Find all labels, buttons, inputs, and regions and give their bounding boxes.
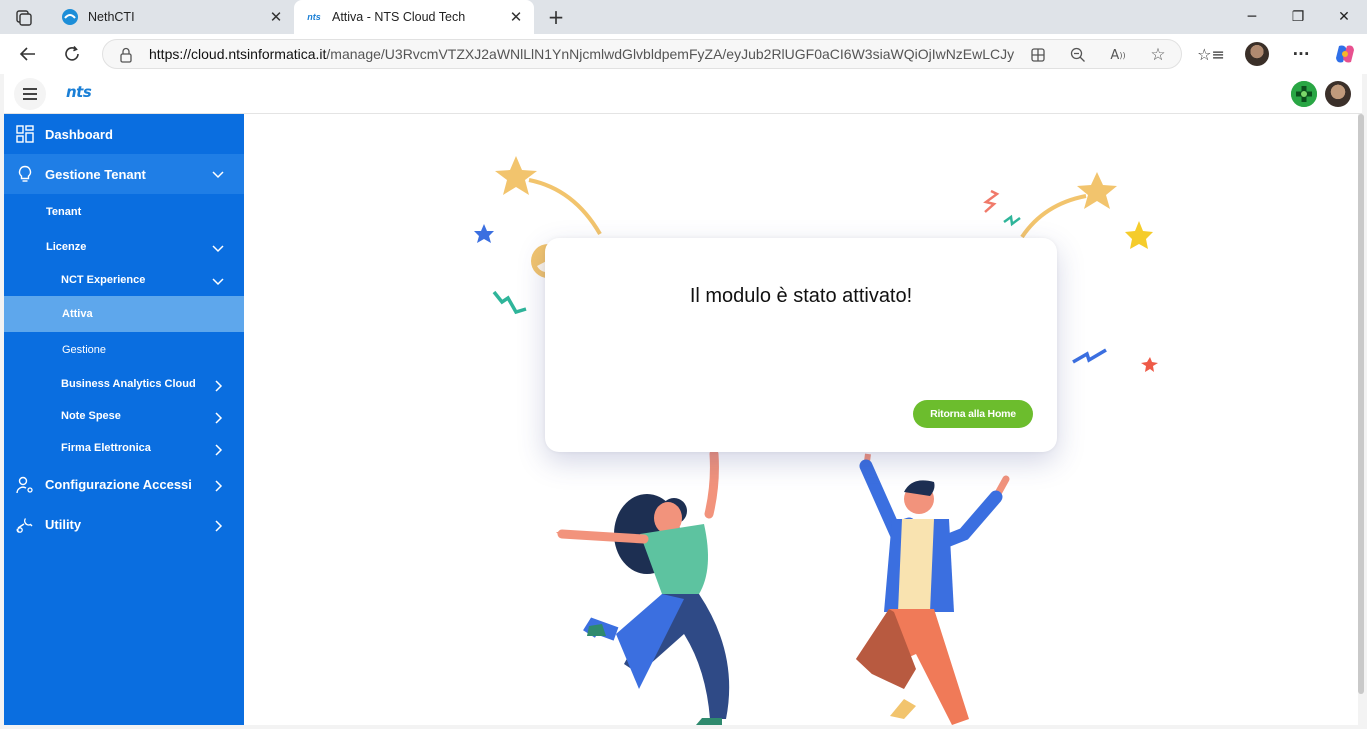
sidebar-item-label: Licenze [46, 240, 87, 253]
address-bar[interactable]: https://cloud.ntsinformatica.it/manage/U… [102, 39, 1182, 69]
browser-toolbar: https://cloud.ntsinformatica.it/manage/U… [0, 34, 1367, 74]
sidebar-item-label: Tenant [46, 205, 82, 218]
tab-nethcti[interactable]: NethCTI ✕ [50, 0, 294, 34]
nethcti-favicon [62, 9, 78, 25]
sidebar-item-label: Dashboard [45, 126, 113, 142]
favorite-star-icon[interactable]: ☆ [1147, 45, 1169, 65]
sidebar-item-label: Note Spese [61, 410, 121, 422]
star-icon [495, 156, 537, 195]
favorites-icon[interactable]: ☆≡ [1197, 42, 1225, 66]
star-icon [1077, 172, 1117, 209]
more-options-icon[interactable]: ··· [1288, 42, 1314, 66]
chevron-right-icon [215, 412, 223, 424]
nts-favicon: nts [307, 12, 321, 22]
new-tab-button[interactable]: + [544, 5, 568, 29]
chevron-down-icon [212, 171, 224, 179]
chevron-right-icon [215, 444, 223, 456]
url-text[interactable]: https://cloud.ntsinformatica.it/manage/U… [149, 46, 1015, 62]
sidebar-item-configurazione-accessi[interactable]: Configurazione Accessi [4, 464, 244, 504]
tab-title: Attiva - NTS Cloud Tech [332, 10, 466, 24]
sidebar-item-label: Gestione [62, 344, 107, 356]
sidebar-item-gestione[interactable]: Gestione [4, 332, 244, 368]
sidebar-item-licenze[interactable]: Licenze [4, 229, 244, 264]
lightbulb-icon [18, 165, 32, 182]
star-icon [474, 224, 494, 243]
url-path: /manage/U3RvcmVTZXJ2aWNlLlN1YnNjcmlwdGlv… [326, 46, 1015, 62]
menu-toggle-button[interactable] [14, 78, 46, 110]
sidebar-item-attiva[interactable]: Attiva [4, 296, 244, 332]
star-trail [1020, 194, 1087, 239]
sidebar-item-utility[interactable]: Utility [4, 504, 244, 544]
sidebar-item-label: Utility [45, 516, 82, 532]
woman-figure [556, 449, 730, 725]
dashboard-grid-icon [16, 125, 34, 143]
sidebar-item-business-analytics-cloud[interactable]: Business Analytics Cloud [4, 368, 244, 400]
chevron-right-icon [215, 480, 223, 492]
user-avatar[interactable] [1325, 81, 1351, 107]
main-content: Il modulo è stato attivato! Ritorna alla… [244, 114, 1358, 725]
vertical-scrollbar[interactable] [1358, 114, 1364, 694]
reload-icon [65, 45, 79, 61]
sidebar-item-label: Attiva [62, 308, 93, 320]
workspaces-icon[interactable] [14, 8, 34, 26]
minimize-button[interactable]: ─ [1229, 0, 1275, 34]
zoom-out-icon[interactable] [1067, 45, 1089, 65]
sidebar-item-label: Business Analytics Cloud [61, 378, 196, 390]
close-window-button[interactable]: ✕ [1321, 0, 1367, 34]
star-trail [528, 178, 602, 236]
chevron-down-icon [212, 278, 224, 286]
user-settings-icon [16, 476, 33, 494]
profile-avatar[interactable] [1245, 42, 1269, 66]
chevron-down-icon [212, 245, 224, 253]
man-figure [856, 453, 1010, 725]
star-icon [1125, 221, 1153, 249]
app-available-icon[interactable] [1027, 45, 1049, 65]
chevron-right-icon [215, 380, 223, 392]
sidebar-item-label: Gestione Tenant [45, 166, 146, 182]
squiggle [1003, 214, 1021, 227]
squiggle [492, 290, 527, 315]
tab-attiva[interactable]: nts Attiva - NTS Cloud Tech ✕ [294, 0, 534, 34]
sidebar: Dashboard Gestione Tenant Tenant Licenze… [4, 114, 244, 725]
activation-message: Il modulo è stato attivato! [689, 285, 913, 307]
url-host: https://cloud.ntsinformatica.it [149, 46, 327, 62]
sidebar-item-dashboard[interactable]: Dashboard [4, 114, 244, 154]
sidebar-item-tenant[interactable]: Tenant [4, 194, 244, 229]
back-button[interactable] [12, 38, 44, 70]
app-header: nts [4, 74, 1362, 114]
copilot-icon[interactable] [1333, 42, 1357, 66]
sidebar-item-firma-elettronica[interactable]: Firma Elettronica [4, 432, 244, 464]
sidebar-item-label: NCT Experience [61, 274, 146, 286]
sidebar-item-note-spese[interactable]: Note Spese [4, 400, 244, 432]
tenant-avatar[interactable] [1291, 81, 1317, 107]
squiggle [983, 189, 1000, 213]
nts-logo[interactable]: nts [66, 83, 92, 101]
sidebar-item-label: Configurazione Accessi [45, 476, 192, 492]
browser-tab-bar: NethCTI ✕ nts Attiva - NTS Cloud Tech ✕ … [0, 0, 1367, 34]
sidebar-item-nct-experience[interactable]: NCT Experience [4, 264, 244, 296]
tab-title: NethCTI [88, 10, 135, 24]
sidebar-item-gestione-tenant[interactable]: Gestione Tenant [4, 154, 244, 194]
chevron-right-icon [215, 520, 223, 532]
restore-button[interactable]: ❐ [1275, 0, 1321, 34]
star-icon [1141, 357, 1158, 372]
return-home-button[interactable]: Ritorna alla Home [913, 400, 1033, 428]
reload-button[interactable] [56, 38, 88, 70]
close-tab-icon[interactable]: ✕ [266, 7, 286, 27]
site-info-icon[interactable] [115, 45, 137, 65]
wrench-icon [16, 518, 33, 533]
squiggle [1072, 348, 1107, 364]
read-aloud-icon[interactable]: A)) [1107, 45, 1129, 65]
back-arrow-icon [19, 47, 35, 61]
close-tab-icon[interactable]: ✕ [506, 7, 526, 27]
activation-card: Il modulo è stato attivato! Ritorna alla… [545, 238, 1057, 452]
sidebar-item-label: Firma Elettronica [61, 442, 151, 454]
